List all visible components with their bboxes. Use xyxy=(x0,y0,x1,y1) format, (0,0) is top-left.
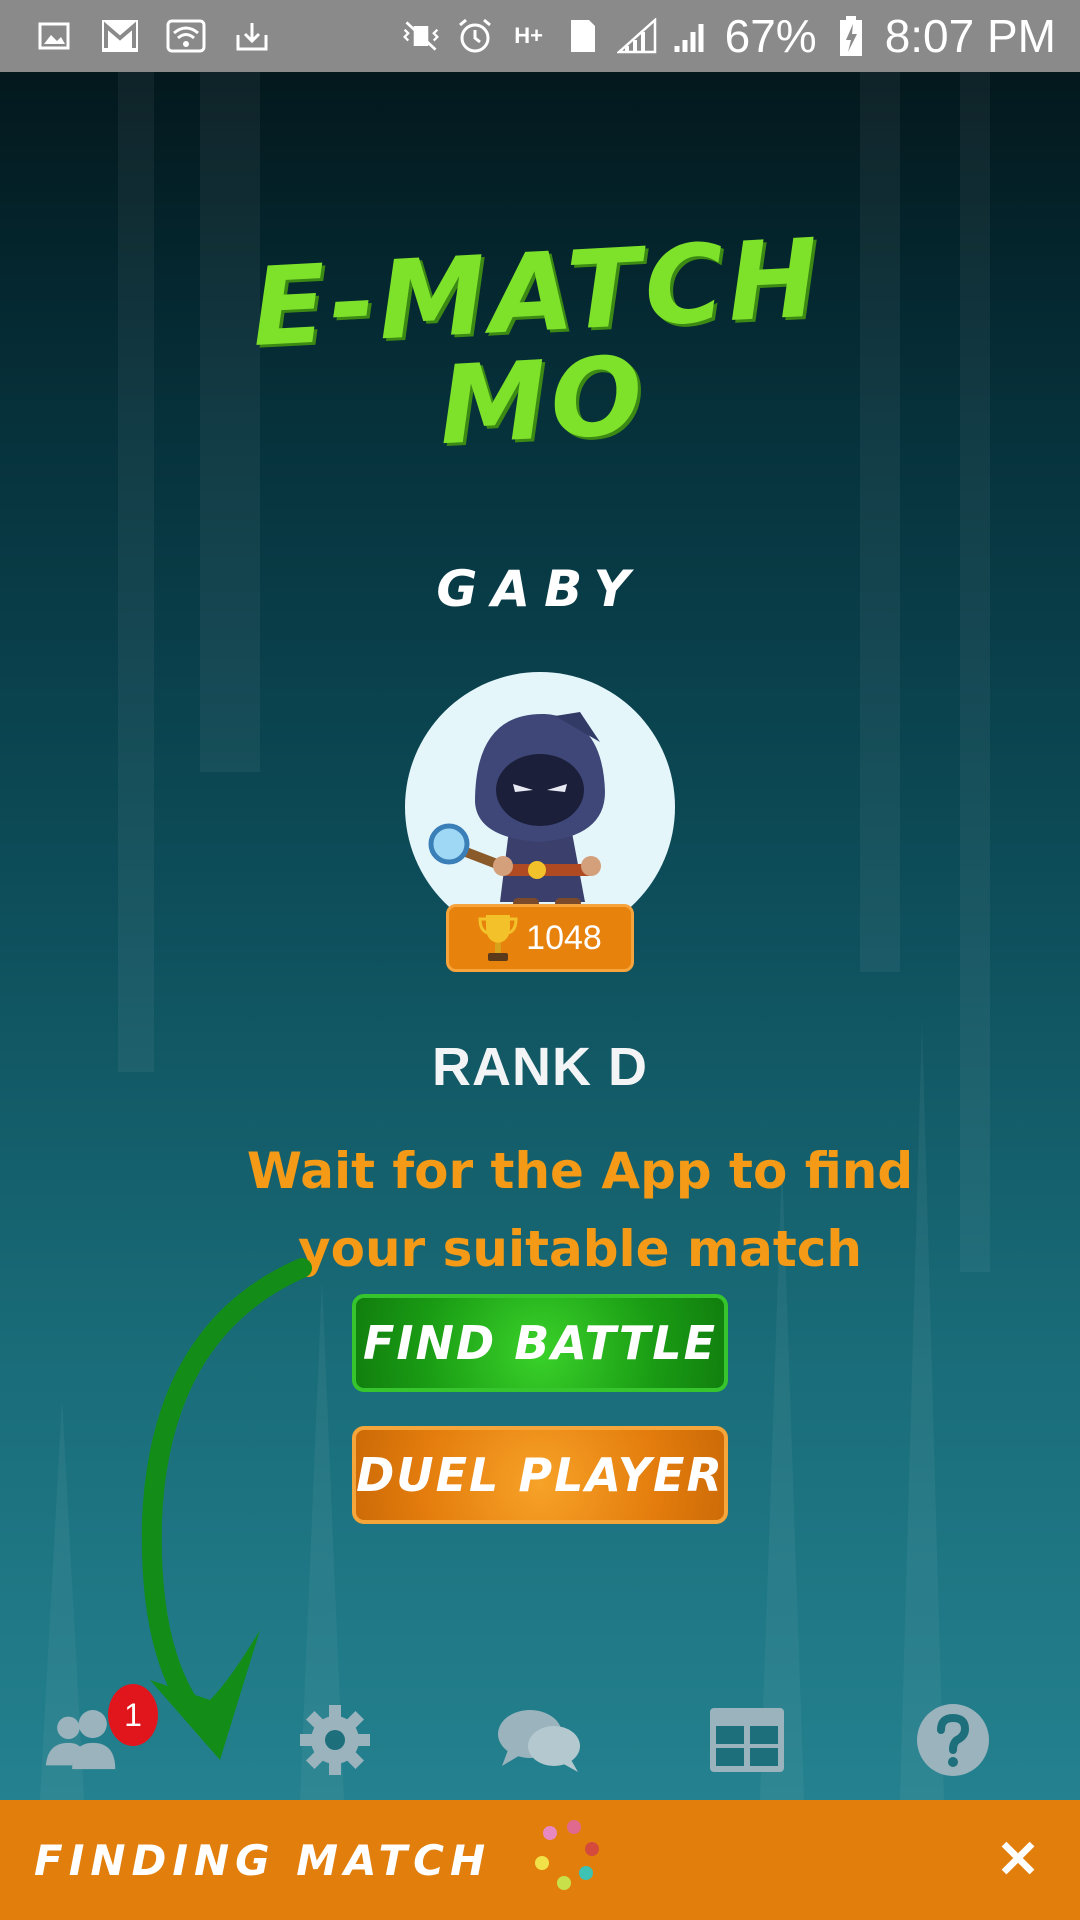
trophy-count: 1048 xyxy=(526,918,602,957)
gmail-icon xyxy=(100,16,140,56)
leaderboard-icon xyxy=(710,1708,784,1772)
chat-button[interactable] xyxy=(494,1700,584,1780)
trophy-icon xyxy=(478,915,518,961)
gallery-icon xyxy=(34,16,74,56)
settings-button[interactable] xyxy=(290,1700,380,1780)
alarm-icon xyxy=(455,16,495,56)
chat-icon xyxy=(498,1710,580,1772)
clock: 8:07 PM xyxy=(884,10,1056,62)
app-logo: E-MATCH MO xyxy=(235,216,845,471)
hint-text: Wait for the App to find your suitable m… xyxy=(230,1132,930,1288)
find-battle-button[interactable]: FIND BATTLE xyxy=(352,1294,728,1392)
trophy-count-badge: 1048 xyxy=(446,904,634,972)
status-bar: H+ 67% 8:07 PM xyxy=(0,0,1080,72)
help-button[interactable] xyxy=(908,1700,998,1780)
battery-charging-icon xyxy=(831,16,871,56)
finding-match-label: FINDING MATCH xyxy=(34,1835,492,1885)
duel-player-button[interactable]: DUEL PLAYER xyxy=(352,1426,728,1524)
signal-icon-1 xyxy=(616,16,657,56)
friends-notification-badge: 1 xyxy=(108,1684,158,1746)
loading-spinner-icon xyxy=(531,1820,611,1900)
download-icon xyxy=(232,16,272,56)
hint-line-1: Wait for the App to find xyxy=(246,1142,914,1200)
signal-icon-2 xyxy=(671,16,711,56)
settings-icon xyxy=(300,1705,370,1775)
wifi-icon xyxy=(166,16,206,56)
hooded-wizard-icon xyxy=(428,712,605,910)
finding-match-bar: FINDING MATCH ✕ xyxy=(0,1800,1080,1920)
username: GABY xyxy=(436,560,644,618)
vibrate-mute-icon xyxy=(401,16,441,56)
sim-icon xyxy=(563,16,603,56)
leaderboard-button[interactable] xyxy=(702,1700,792,1780)
close-icon[interactable]: ✕ xyxy=(988,1830,1048,1890)
hint-line-2: your suitable match xyxy=(298,1220,862,1278)
network-type-icon: H+ xyxy=(514,23,543,48)
battery-percent: 67% xyxy=(724,10,817,62)
avatar[interactable] xyxy=(405,672,675,942)
help-icon xyxy=(917,1704,989,1776)
rank-label: RANK D xyxy=(432,1037,648,1097)
